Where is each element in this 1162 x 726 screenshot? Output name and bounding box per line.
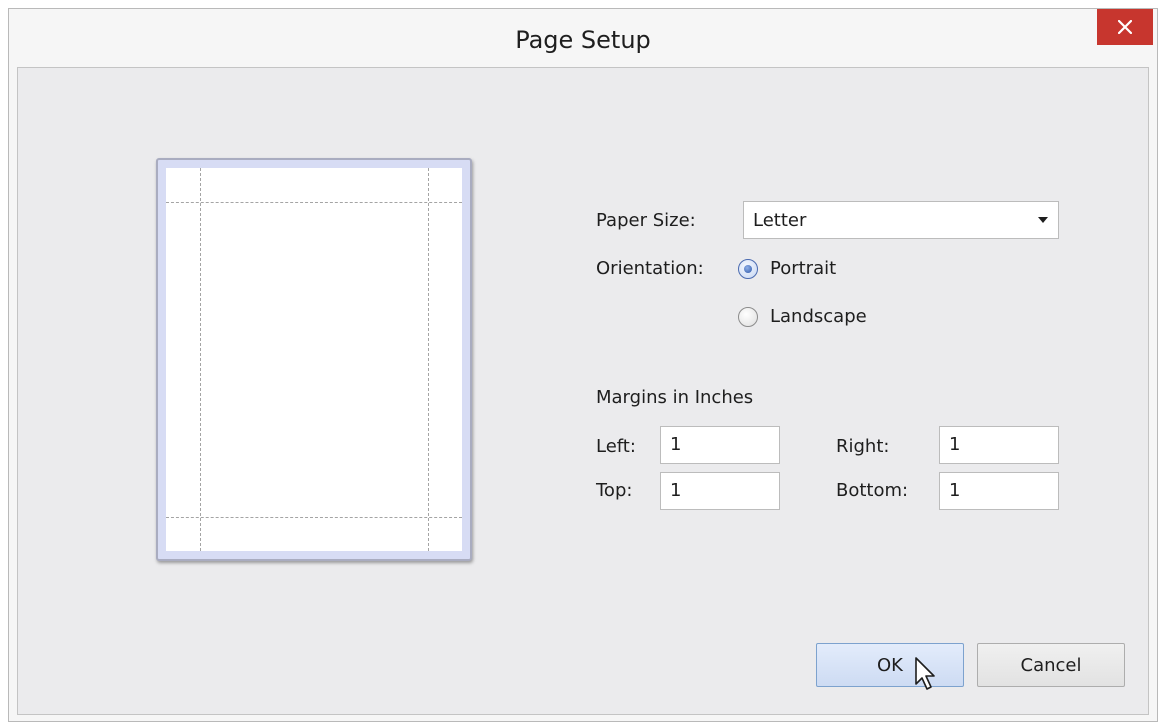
left-margin-guide xyxy=(200,168,201,551)
bottom-margin-input[interactable]: 1 xyxy=(939,472,1059,510)
bottom-margin-guide xyxy=(166,517,462,518)
landscape-radio[interactable] xyxy=(738,307,758,327)
paper-size-select[interactable]: Letter xyxy=(743,201,1059,239)
title-bar: Page Setup xyxy=(9,9,1157,67)
portrait-radio[interactable] xyxy=(738,259,758,279)
right-margin-input[interactable]: 1 xyxy=(939,426,1059,464)
paper-size-value: Letter xyxy=(753,210,807,231)
page-preview xyxy=(156,158,472,561)
portrait-label[interactable]: Portrait xyxy=(770,258,836,280)
paper-size-label: Paper Size: xyxy=(596,210,696,231)
close-button[interactable] xyxy=(1097,9,1153,45)
dialog-body: Paper Size: Letter Orientation: Portrait… xyxy=(17,67,1149,715)
left-margin-label: Left: xyxy=(596,436,636,457)
dialog-title: Page Setup xyxy=(515,26,651,54)
ok-button[interactable]: OK xyxy=(816,643,964,687)
top-margin-label: Top: xyxy=(596,480,633,501)
page-preview-paper xyxy=(166,168,462,551)
close-icon xyxy=(1118,20,1132,34)
top-margin-guide xyxy=(166,202,462,203)
orientation-label: Orientation: xyxy=(596,258,704,279)
chevron-down-icon xyxy=(1038,217,1048,223)
radio-selected-dot xyxy=(744,265,752,273)
bottom-margin-label: Bottom: xyxy=(836,480,909,501)
cancel-button[interactable]: Cancel xyxy=(977,643,1125,687)
left-margin-input[interactable]: 1 xyxy=(660,426,780,464)
right-margin-label: Right: xyxy=(836,436,890,457)
landscape-label[interactable]: Landscape xyxy=(770,306,867,328)
page-setup-dialog: Page Setup Paper Size: Letter Orientatio… xyxy=(8,8,1158,722)
top-margin-input[interactable]: 1 xyxy=(660,472,780,510)
right-margin-guide xyxy=(428,168,429,551)
margins-heading: Margins in Inches xyxy=(596,387,754,408)
